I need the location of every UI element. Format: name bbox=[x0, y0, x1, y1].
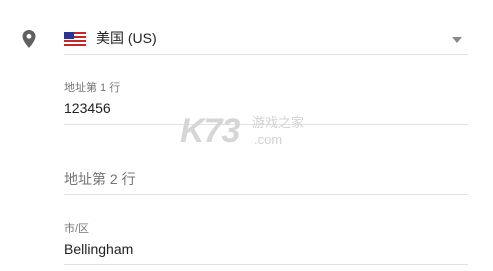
address-line-1-value[interactable]: 123456 bbox=[64, 99, 111, 117]
city-field[interactable]: 市/区 Bellingham bbox=[64, 214, 468, 265]
address-line-1-label: 地址第 1 行 bbox=[64, 82, 121, 94]
city-value[interactable]: Bellingham bbox=[64, 240, 133, 258]
address-form: 美国 (US) 地址第 1 行 123456 地址第 2 行 市/区 Belli… bbox=[0, 0, 493, 271]
watermark-domain: .com bbox=[254, 132, 283, 147]
watermark-brand: K73 bbox=[180, 112, 240, 150]
country-select[interactable]: 美国 (US) bbox=[64, 28, 468, 55]
address-line-2-placeholder[interactable]: 地址第 2 行 bbox=[64, 170, 136, 188]
watermark-logo: K73 游戏之家 .com bbox=[180, 112, 320, 156]
dropdown-arrow-icon[interactable] bbox=[452, 37, 462, 43]
watermark-site-name: 游戏之家 bbox=[252, 115, 305, 130]
city-label: 市/区 bbox=[64, 223, 90, 235]
country-selected-value: 美国 (US) bbox=[96, 30, 157, 46]
address-line-2-field[interactable]: 地址第 2 行 bbox=[64, 160, 468, 195]
location-pin-icon bbox=[22, 30, 36, 48]
us-flag-icon bbox=[64, 32, 86, 46]
